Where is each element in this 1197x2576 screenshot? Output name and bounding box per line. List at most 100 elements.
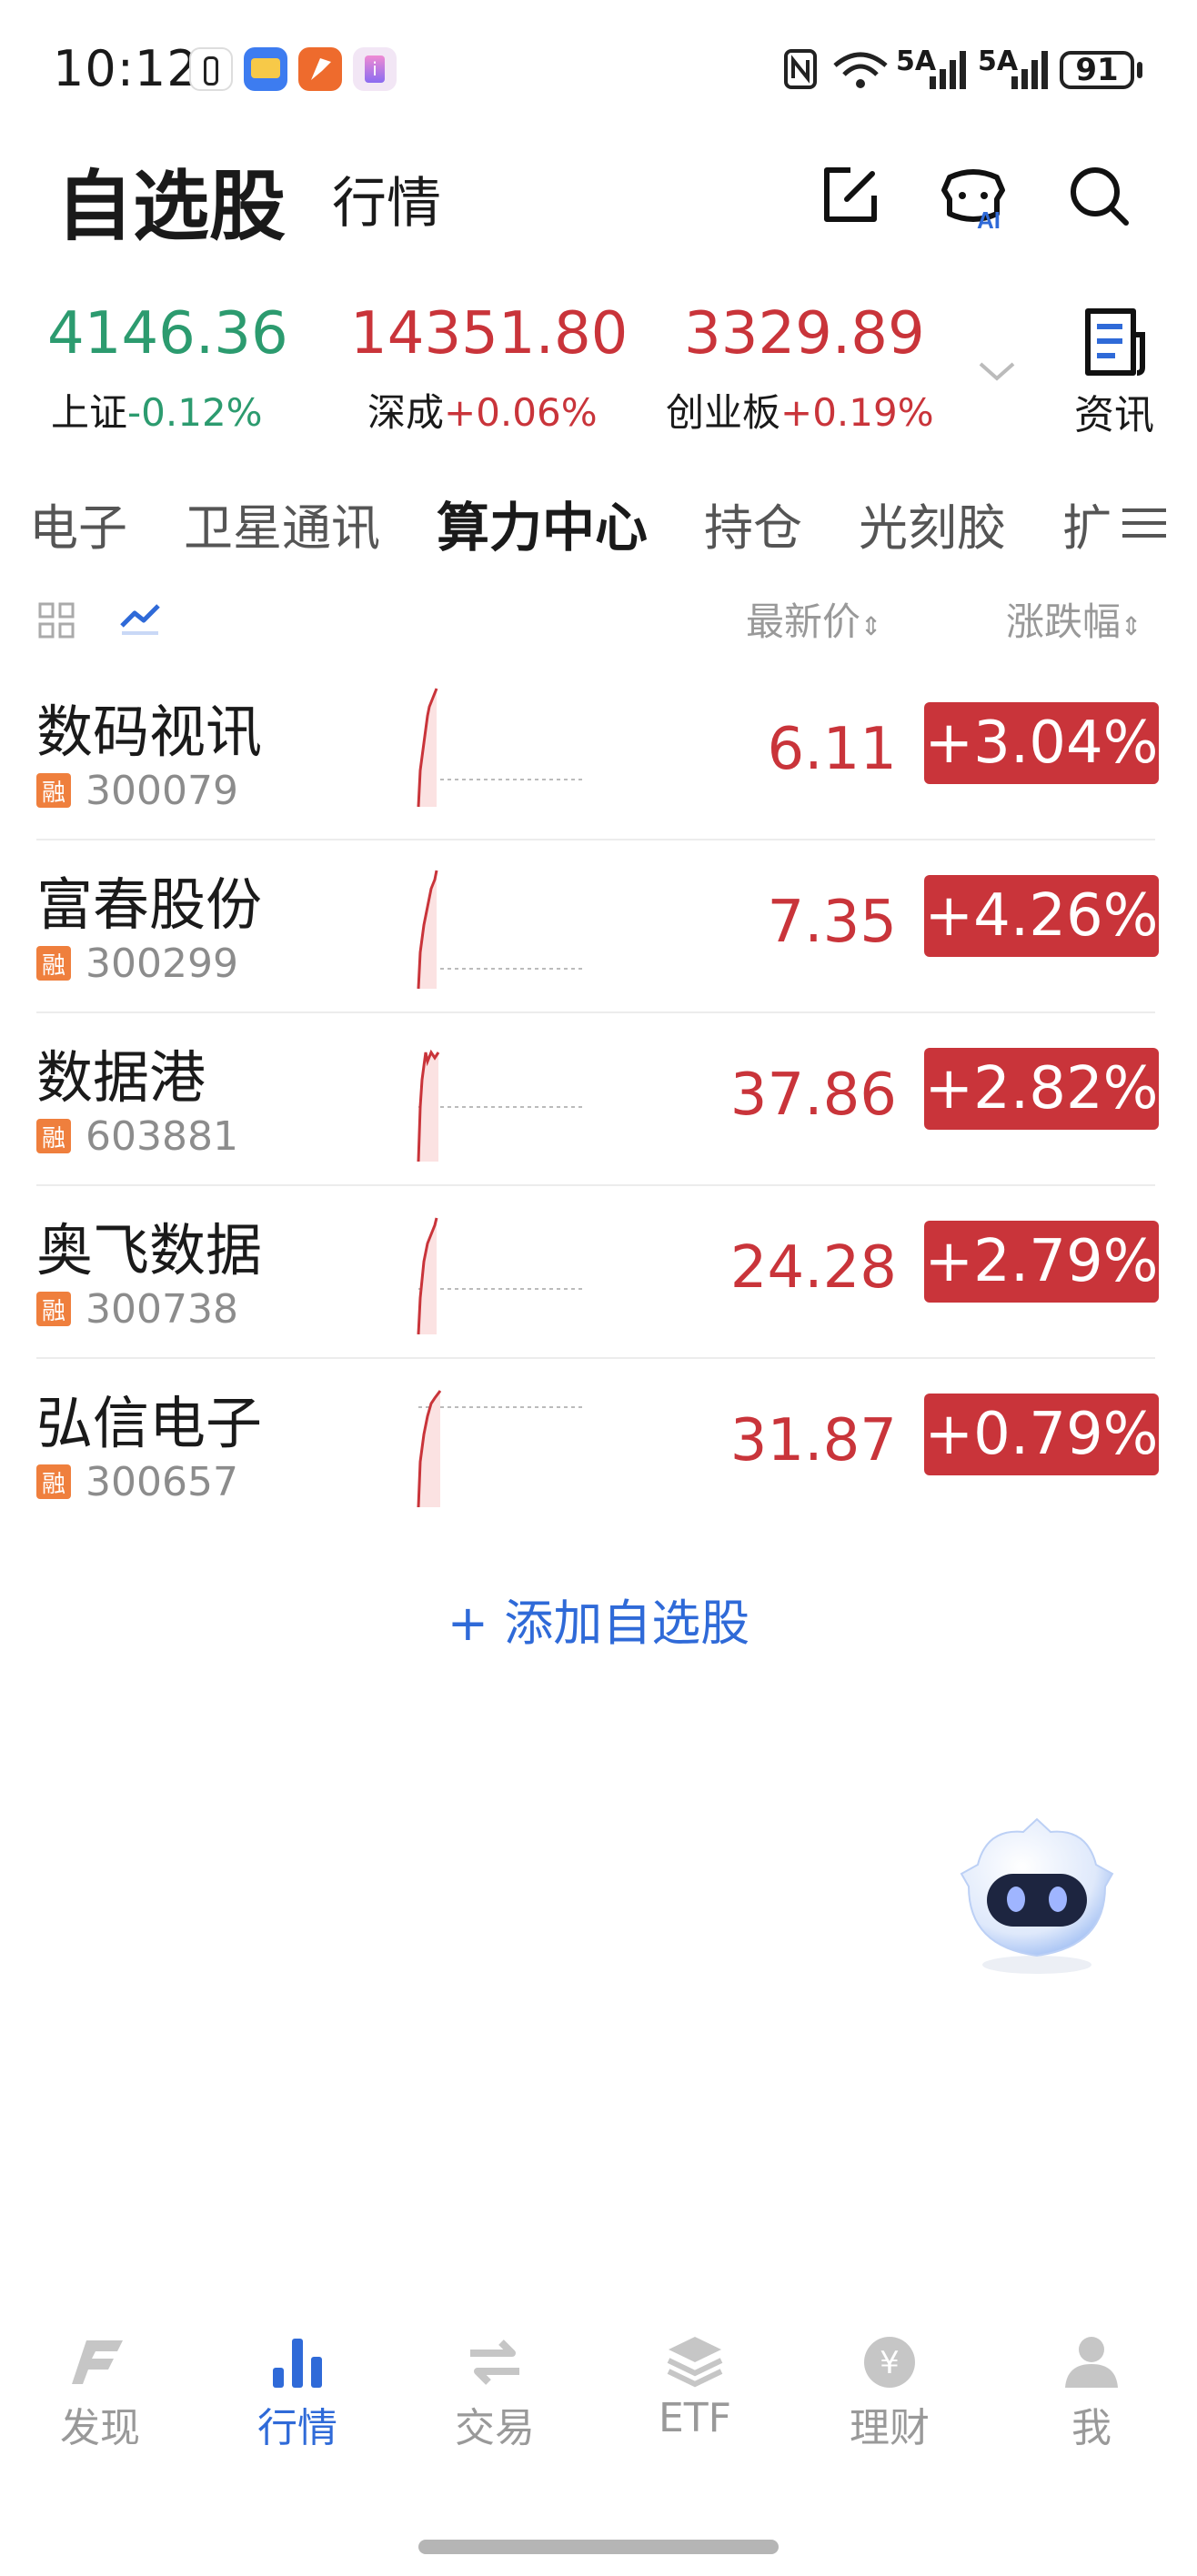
- margin-badge: 融: [36, 1464, 71, 1499]
- sort-by-price[interactable]: 最新价⇕: [746, 591, 881, 647]
- index-label-row: 上证-0.12%: [51, 382, 263, 438]
- category-tabs: 电子 卫星通讯 算力中心 持仓 光刻胶 扩: [29, 487, 1184, 559]
- market-tab[interactable]: 行情: [332, 159, 441, 238]
- margin-badge: 融: [36, 946, 71, 981]
- stock-price: 7.35: [767, 889, 898, 956]
- stock-code: 300657: [86, 1459, 238, 1505]
- nav-label: 发现: [60, 2405, 140, 2451]
- margin-badge: 融: [36, 1292, 71, 1326]
- margin-badge: 融: [36, 773, 71, 808]
- flag-notification-icon: [298, 47, 342, 91]
- news-icon: [1085, 308, 1145, 376]
- stock-code: 300299: [86, 941, 238, 987]
- stock-price: 24.28: [729, 1234, 897, 1302]
- tab-computing-center[interactable]: 算力中心: [437, 485, 648, 561]
- market-icon: [273, 2339, 322, 2388]
- stock-name: 数据港: [36, 1044, 206, 1111]
- status-time: 10:12: [53, 40, 199, 97]
- tab-expand[interactable]: 扩: [1062, 488, 1112, 559]
- nav-label: ETF: [659, 2395, 731, 2441]
- stock-row[interactable]: 弘信电子 融 300657 31.87 +0.79%: [0, 1357, 1197, 1530]
- nav-label: 我: [1071, 2405, 1112, 2451]
- stock-price: 6.11: [767, 716, 898, 783]
- index-label-row: 深成+0.06%: [367, 382, 598, 438]
- nav-discover[interactable]: 发现: [36, 2333, 164, 2453]
- index-label: 上证: [51, 390, 128, 435]
- index-change: +0.06%: [444, 390, 598, 435]
- nfc-icon: [784, 49, 817, 89]
- price-header: 最新价: [746, 599, 861, 644]
- change-header: 涨跌幅: [1006, 599, 1122, 644]
- nav-etf[interactable]: ETF: [631, 2333, 759, 2441]
- stock-price: 37.86: [729, 1062, 897, 1129]
- signal-bars-icon: [930, 51, 966, 89]
- chart-view-icon[interactable]: [118, 599, 162, 639]
- news-button[interactable]: 资讯: [1073, 307, 1155, 440]
- nav-market[interactable]: 行情: [234, 2333, 361, 2453]
- etf-icon: [667, 2337, 723, 2388]
- stock-row[interactable]: 奥飞数据 融 300738 24.28 +2.79%: [0, 1184, 1197, 1357]
- ai-assistant-icon[interactable]: AI: [937, 159, 1010, 232]
- battery-indicator: 91: [1060, 51, 1134, 89]
- search-icon[interactable]: [1062, 159, 1135, 232]
- index-label: 深成: [367, 390, 445, 435]
- tab-menu-icon[interactable]: [1119, 503, 1170, 543]
- nav-finance[interactable]: ¥ 理财: [826, 2333, 953, 2453]
- tab-electronics[interactable]: 电子: [29, 488, 127, 559]
- stock-code: 603881: [86, 1113, 238, 1160]
- intraday-sparkline: [417, 1217, 582, 1334]
- robot-assistant-icon[interactable]: [951, 1810, 1123, 1983]
- index-change: -0.12%: [127, 390, 263, 435]
- nav-label: 行情: [257, 2405, 337, 2451]
- stock-price: 31.87: [729, 1407, 897, 1474]
- stock-row[interactable]: 数码视讯 融 300079 6.11 +3.04%: [0, 666, 1197, 839]
- page-title[interactable]: 自选股: [56, 146, 286, 256]
- index-value: 4146.36: [47, 300, 288, 367]
- grid-view-icon[interactable]: [36, 600, 76, 640]
- stock-name: 奥飞数据: [36, 1217, 263, 1283]
- sort-icon: ⇕: [860, 611, 882, 641]
- index-value: 14351.80: [350, 300, 629, 367]
- nav-profile[interactable]: 我: [1028, 2333, 1155, 2453]
- stock-row[interactable]: 数据港 融 603881 37.86 +2.82%: [0, 1011, 1197, 1184]
- index-label-row: 创业板+0.19%: [666, 382, 934, 438]
- app-notification-icon: [189, 47, 233, 91]
- change-badge[interactable]: +2.82%: [924, 1048, 1159, 1130]
- stock-row[interactable]: 富春股份 融 300299 7.35 +4.26%: [0, 839, 1197, 1011]
- tab-satellite[interactable]: 卫星通讯: [184, 488, 380, 559]
- wifi-icon: [833, 52, 888, 88]
- profile-icon: [1065, 2337, 1118, 2388]
- sort-by-change[interactable]: 涨跌幅⇕: [1006, 591, 1142, 647]
- index-change: +0.19%: [780, 390, 934, 435]
- change-badge[interactable]: +3.04%: [924, 702, 1159, 784]
- stock-code: 300738: [86, 1286, 238, 1333]
- edit-icon[interactable]: [814, 159, 887, 232]
- status-bar: 10:12 i 5A 5A 91: [0, 0, 1197, 136]
- index-value: 3329.89: [684, 300, 925, 367]
- intraday-sparkline: [417, 688, 582, 808]
- nav-trade[interactable]: 交易: [431, 2333, 558, 2453]
- finance-icon: ¥: [864, 2337, 915, 2388]
- news-label: 资讯: [1074, 392, 1154, 438]
- margin-badge: 融: [36, 1119, 71, 1153]
- wallet-notification-icon: [244, 47, 287, 91]
- stock-name: 弘信电子: [36, 1390, 263, 1456]
- battery-nub: [1137, 62, 1142, 78]
- change-badge[interactable]: +4.26%: [924, 875, 1159, 957]
- change-badge[interactable]: +2.79%: [924, 1221, 1159, 1303]
- chevron-down-icon[interactable]: [975, 357, 1019, 384]
- nav-label: 理财: [850, 2405, 930, 2451]
- signal-bars-icon: [1011, 51, 1048, 89]
- svg-text:¥: ¥: [880, 2345, 900, 2381]
- bottom-nav: 发现 行情 交易 ETF ¥ 理财 我: [0, 2333, 1197, 2470]
- stock-name: 数码视讯: [36, 699, 263, 765]
- tab-photoresist[interactable]: 光刻胶: [859, 488, 1006, 559]
- info-notification-icon: i: [353, 47, 397, 91]
- home-indicator[interactable]: [418, 2540, 779, 2554]
- add-watchlist-button[interactable]: + 添加自选股: [0, 1583, 1197, 1655]
- change-badge[interactable]: +0.79%: [924, 1394, 1159, 1475]
- stock-name: 富春股份: [36, 871, 263, 938]
- tab-holdings[interactable]: 持仓: [704, 488, 802, 559]
- intraday-sparkline: [417, 1049, 582, 1162]
- stock-code: 300079: [86, 768, 238, 814]
